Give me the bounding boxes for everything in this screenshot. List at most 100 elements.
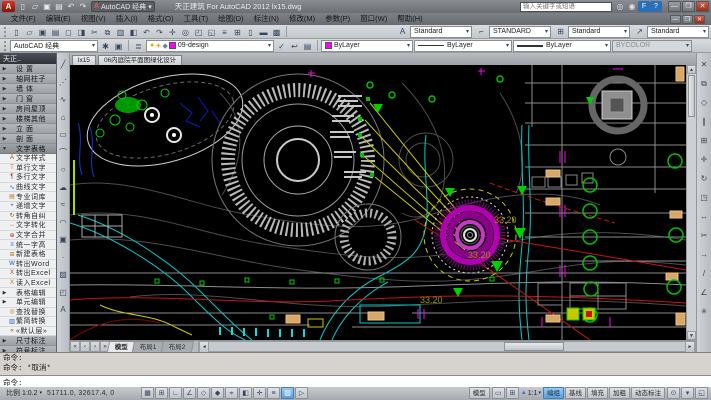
tab-first-icon[interactable]: « [70, 341, 80, 352]
polygon-icon[interactable]: ⌂ [57, 108, 69, 126]
layer-freeze-icon[interactable]: ☀ [155, 42, 161, 50]
tarch-toggle-button[interactable]: 加粗 [609, 387, 630, 399]
toolbar-grip[interactable] [4, 27, 7, 37]
horizontal-scroll-thumb[interactable] [504, 342, 564, 351]
save-icon[interactable]: ▣ [36, 26, 49, 38]
polyline-icon[interactable]: ∿ [57, 90, 69, 108]
scroll-right-icon[interactable]: ► [685, 342, 695, 352]
tab-prev-icon[interactable]: ‹ [80, 341, 90, 352]
sidebar-item[interactable]: ▶ 符号标注 [0, 346, 56, 352]
dyn-toggle[interactable]: ✛ [253, 387, 266, 399]
lwt-toggle[interactable]: ≡ [267, 387, 280, 399]
horizontal-scrollbar[interactable]: ◄ ► [198, 341, 696, 352]
transparency-toggle[interactable]: ▨ [281, 387, 294, 399]
coordinates-readout[interactable]: 51711.0, 32617.4, 0 [47, 390, 139, 397]
scale-icon[interactable]: ◳ [698, 188, 711, 207]
doc-close-button[interactable]: ✕ [694, 15, 705, 24]
menu-item[interactable]: 格式(O) [143, 13, 179, 25]
text-style-icon[interactable]: A [396, 27, 409, 36]
menu-item[interactable]: 窗口(W) [355, 13, 392, 25]
menu-item[interactable]: 工具(T) [179, 13, 214, 25]
drawing-canvas[interactable]: 33.20 33.20 33.20 [70, 65, 686, 340]
sidebar-item[interactable]: ▶ 楼梯其他 [0, 114, 56, 124]
tarch-toggle-button[interactable]: 基线 [565, 387, 586, 399]
point-icon[interactable]: · [57, 248, 69, 266]
open-icon[interactable]: ▱ [23, 26, 36, 38]
style-combo[interactable]: STANDARD▾ [489, 26, 551, 38]
close-button[interactable]: ✕ [696, 1, 709, 12]
plot-preview-icon[interactable]: ◻ [62, 26, 75, 38]
pan-icon[interactable]: ✛ [166, 26, 179, 38]
region-icon[interactable]: ◰ [57, 283, 69, 301]
explode-icon[interactable]: ✳ [698, 302, 711, 321]
workspace-settings-icon[interactable]: ✱ [99, 40, 112, 52]
tarch-toggle-button[interactable]: 动态标注 [631, 387, 665, 399]
help-icon[interactable]: ? [650, 1, 662, 12]
offset-icon[interactable]: ∥ [698, 112, 711, 131]
workspaces-combo[interactable]: AutoCAD 经典▾ [10, 40, 98, 52]
qsave-icon[interactable]: ▣ [41, 1, 53, 12]
document-tab[interactable]: lx15 [72, 55, 96, 65]
layout-tab[interactable]: 布局2 [160, 341, 193, 352]
help-search-input[interactable] [520, 2, 612, 12]
scale-control[interactable]: 比例 1:0.2▾ [3, 387, 45, 399]
scroll-down-icon[interactable]: ▼ [687, 331, 696, 340]
move-icon[interactable]: ✛ [698, 150, 711, 169]
quick-properties-toggle[interactable]: ▷ [295, 387, 308, 399]
vertical-scrollbar[interactable]: ▲ ▼ [686, 65, 696, 340]
menu-item[interactable]: 编辑(E) [41, 13, 76, 25]
sidebar-item[interactable]: ▶ 轴网柱子 [0, 74, 56, 84]
tarch-panel-title[interactable]: 天正.. [0, 53, 56, 64]
undo-icon[interactable]: ↶ [140, 26, 153, 38]
sidebar-item[interactable]: ▶ 墙 体 [0, 84, 56, 94]
menu-item[interactable]: 标注(N) [249, 13, 284, 25]
osnap-toggle[interactable]: ◇ [197, 387, 210, 399]
table-style-icon[interactable]: ⊞ [554, 27, 567, 36]
snap-toggle[interactable]: ▦ [141, 387, 154, 399]
trim-icon[interactable]: ✂ [698, 226, 711, 245]
chamfer-icon[interactable]: ∠ [698, 283, 711, 302]
tool-palettes-icon[interactable]: ▯ [244, 26, 257, 38]
sidebar-item[interactable]: ▶ 设 置 [0, 64, 56, 74]
annotation-scale-control[interactable]: ▲ 1:1 ▾ [521, 390, 541, 397]
make-object-layer-current-icon[interactable]: ✓ [275, 40, 288, 52]
document-tab[interactable]: 06内庭院平面图绿化设计 [98, 55, 182, 65]
scroll-up-icon[interactable]: ▲ [687, 65, 696, 74]
sidebar-item[interactable]: ▶ 尺寸标注 [0, 336, 56, 346]
mleader-style-icon[interactable]: ↗ [633, 27, 646, 36]
copy-icon[interactable]: ⧉ [101, 26, 114, 38]
mtext-icon[interactable]: A [57, 300, 69, 318]
workspace-switcher[interactable]: A AutoCAD 经典 ▾ [91, 1, 155, 12]
color-combo[interactable]: ByLayer▾ [321, 40, 413, 52]
redo-icon[interactable]: ↷ [153, 26, 166, 38]
qplot-icon[interactable]: ▤ [53, 1, 65, 12]
plot-icon[interactable]: ▤ [49, 26, 62, 38]
clean-screen-icon[interactable]: ◱ [695, 387, 708, 399]
quick-view-layouts-icon[interactable]: ▭ [492, 387, 505, 399]
toolbar-lock-icon[interactable]: ⊙ [667, 387, 680, 399]
lineweight-combo[interactable]: ByLayer▾ [513, 40, 611, 52]
line-icon[interactable]: ╱ [57, 55, 69, 73]
layer-lock-icon[interactable]: ◆ [163, 42, 168, 50]
match-properties-icon[interactable]: ◧ [127, 26, 140, 38]
sidebar-item[interactable]: ▶ 房间屋顶 [0, 104, 56, 114]
toolbar-grip[interactable] [4, 41, 7, 51]
sheet-set-icon[interactable]: ▬ [257, 26, 270, 38]
layer-properties-icon[interactable]: ≣ [132, 40, 145, 52]
doc-restore-button[interactable]: ❐ [682, 15, 693, 24]
qundo-icon[interactable]: ↶ [65, 1, 77, 12]
search-icon[interactable]: ◎ [614, 1, 626, 12]
construction-line-icon[interactable]: ⋰ [57, 73, 69, 91]
otrack-toggle[interactable]: ⌖ [225, 387, 238, 399]
paste-icon[interactable]: ▥ [114, 26, 127, 38]
arc-icon[interactable]: ⌒ [57, 143, 69, 161]
mirror-icon[interactable]: ◇ [698, 93, 711, 112]
rotate-icon[interactable]: ↻ [698, 169, 711, 188]
stretch-icon[interactable]: ↔ [698, 207, 711, 226]
restore-button[interactable]: ❐ [682, 1, 695, 12]
layer-previous-icon[interactable]: ↩ [288, 40, 301, 52]
insert-block-icon[interactable]: ▣ [57, 230, 69, 248]
zoom-realtime-icon[interactable]: ◎ [179, 26, 192, 38]
qnew-icon[interactable]: ▯ [17, 1, 29, 12]
rectangle-icon[interactable]: ▭ [57, 125, 69, 143]
